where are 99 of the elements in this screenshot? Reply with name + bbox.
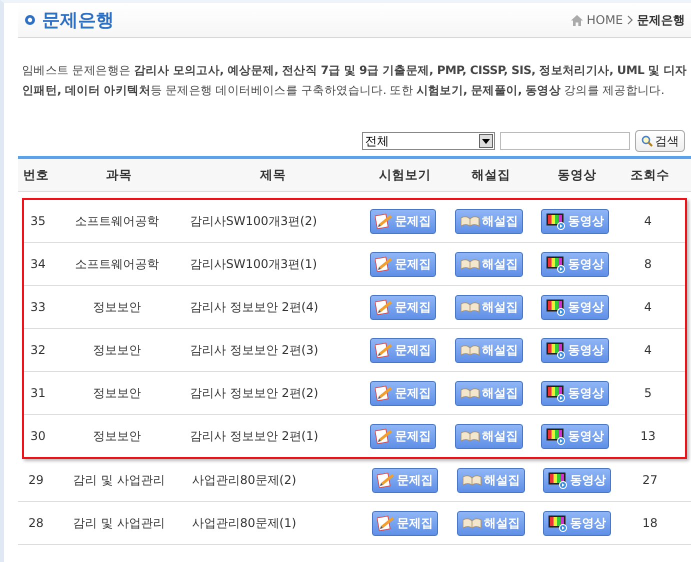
- bullet-icon: [24, 14, 36, 26]
- table-cell-text: 31: [29, 386, 47, 400]
- table-cell-text: 감리사 정보보안 2편(3): [189, 342, 320, 358]
- video-button[interactable]: 동영상: [541, 424, 609, 448]
- table-cell-text: 4: [643, 343, 653, 357]
- table-cell-text: 13: [639, 429, 657, 443]
- exam-button[interactable]: 문제집: [370, 252, 436, 276]
- column-header: 해설집: [470, 166, 512, 184]
- video-button[interactable]: 동영상: [543, 510, 611, 536]
- table-cell-text: 35: [29, 214, 47, 228]
- video-button[interactable]: 동영상: [541, 208, 609, 234]
- table-cell-text: 32: [29, 343, 47, 357]
- answers-button[interactable]: 해설집: [455, 252, 523, 276]
- column-header: 번호: [22, 166, 50, 184]
- answers-button[interactable]: 해설집: [455, 294, 523, 320]
- table-cell-text: 감리사SW100개3편(2): [189, 212, 318, 230]
- search-icon: [641, 135, 653, 147]
- book-icon: [460, 344, 480, 356]
- table-cell-text: 4: [643, 300, 653, 314]
- book-icon: [460, 430, 480, 442]
- pencil-paper-icon: [377, 515, 395, 531]
- book-icon: [462, 474, 482, 486]
- table-cell-text: 5: [643, 386, 653, 400]
- tv-play-icon: [546, 428, 566, 444]
- category-select[interactable]: 전체: [362, 132, 495, 150]
- chevron-icon: [627, 15, 633, 25]
- search-button[interactable]: 검색: [635, 130, 685, 152]
- tv-play-icon: [546, 212, 566, 230]
- table-cell-text: 감리 및 사업관리: [72, 514, 166, 532]
- pencil-paper-icon: [377, 472, 395, 488]
- table-cell-text: 34: [29, 257, 47, 271]
- exam-button[interactable]: 문제집: [370, 208, 436, 234]
- pencil-paper-icon: [375, 299, 393, 315]
- answers-button[interactable]: 해설집: [455, 338, 523, 362]
- table-cell-text: 정보보안: [92, 298, 142, 316]
- book-icon: [460, 301, 480, 313]
- video-button[interactable]: 동영상: [541, 252, 609, 276]
- video-button[interactable]: 동영상: [541, 380, 609, 406]
- tv-play-icon: [548, 514, 568, 532]
- breadcrumb-link[interactable]: 문제은행: [637, 12, 685, 28]
- table-cell-text: 30: [29, 429, 47, 443]
- book-icon: [460, 258, 480, 270]
- exam-button[interactable]: 문제집: [370, 294, 436, 320]
- table-cell-text: 33: [29, 300, 47, 314]
- table-cell-text: 정보보안: [92, 384, 142, 402]
- table-cell-text: 감리사SW100개3편(1): [189, 256, 318, 272]
- table-cell-text: 감리사 정보보안 2편(4): [189, 298, 320, 316]
- exam-button[interactable]: 문제집: [372, 510, 438, 536]
- table-cell-text: 정보보안: [92, 342, 142, 358]
- tv-play-icon: [546, 384, 566, 402]
- dropdown-arrow-icon: [482, 138, 490, 144]
- column-header: 시험보기: [378, 166, 432, 184]
- pencil-paper-icon: [375, 213, 393, 229]
- table-cell-text: 8: [643, 257, 653, 271]
- answers-button[interactable]: 해설집: [455, 380, 523, 406]
- table-cell-text: 감리 및 사업관리: [72, 472, 166, 488]
- video-button[interactable]: 동영상: [541, 338, 609, 362]
- table-cell-text: 28: [27, 516, 45, 530]
- breadcrumb-link[interactable]: HOME: [586, 13, 623, 27]
- search-field[interactable]: [500, 132, 630, 150]
- table-cell-text: 사업관리80문제(2): [191, 472, 298, 488]
- table-cell-text: 사업관리80문제(1): [191, 514, 298, 532]
- book-icon: [460, 215, 480, 227]
- video-button[interactable]: 동영상: [543, 468, 611, 492]
- answers-button[interactable]: 해설집: [455, 424, 523, 448]
- table-cell-text: 감리사 정보보안 2편(2): [189, 384, 320, 402]
- exam-button[interactable]: 문제집: [372, 468, 438, 492]
- table-cell-text: 소프트웨어공학: [74, 256, 160, 272]
- column-header: 조회수: [630, 166, 670, 184]
- tv-play-icon: [546, 298, 566, 316]
- exam-button[interactable]: 문제집: [370, 424, 436, 448]
- home-icon: [570, 14, 583, 26]
- exam-button[interactable]: 문제집: [370, 380, 436, 406]
- pencil-paper-icon: [375, 428, 393, 444]
- video-button[interactable]: 동영상: [541, 294, 609, 320]
- pencil-paper-icon: [375, 342, 393, 358]
- table-cell-text: 27: [641, 473, 659, 487]
- book-icon: [462, 517, 482, 529]
- table-cell-text: 4: [643, 214, 653, 228]
- column-header: 동영상: [556, 166, 598, 184]
- table-cell-text: 정보보안: [92, 428, 142, 444]
- intro-paragraph: 임베스트 문제은행은 감리사 모의고사, 예상문제, 전산직 7급 및 9급 기출문제, PMP, CISSP, SIS, 정보처리기사, UML 및 디자인패턴, 데이터 아키텍처등 문제은행 데이터베이스를 구축하였습니다. 또한 시험보기, 문제풀이, 동영상 강의를 제공합니다.: [22, 62, 688, 99]
- table-cell-text: 18: [641, 516, 659, 530]
- tv-play-icon: [548, 472, 568, 488]
- table-cell-text: 소프트웨어공학: [74, 212, 160, 230]
- column-header: 제목: [259, 166, 287, 184]
- table-cell-text: 29: [27, 473, 45, 487]
- column-header: 과목: [105, 166, 133, 184]
- book-icon: [460, 387, 480, 399]
- page-title: 문제은행: [42, 9, 114, 32]
- exam-button[interactable]: 문제집: [370, 338, 436, 362]
- pencil-paper-icon: [375, 256, 393, 272]
- answers-button[interactable]: 해설집: [457, 468, 525, 492]
- pencil-paper-icon: [375, 385, 393, 401]
- tv-play-icon: [546, 256, 566, 272]
- answers-button[interactable]: 해설집: [455, 208, 523, 234]
- table-cell-text: 감리사 정보보안 2편(1): [189, 428, 320, 444]
- tv-play-icon: [546, 342, 566, 358]
- answers-button[interactable]: 해설집: [457, 510, 525, 536]
